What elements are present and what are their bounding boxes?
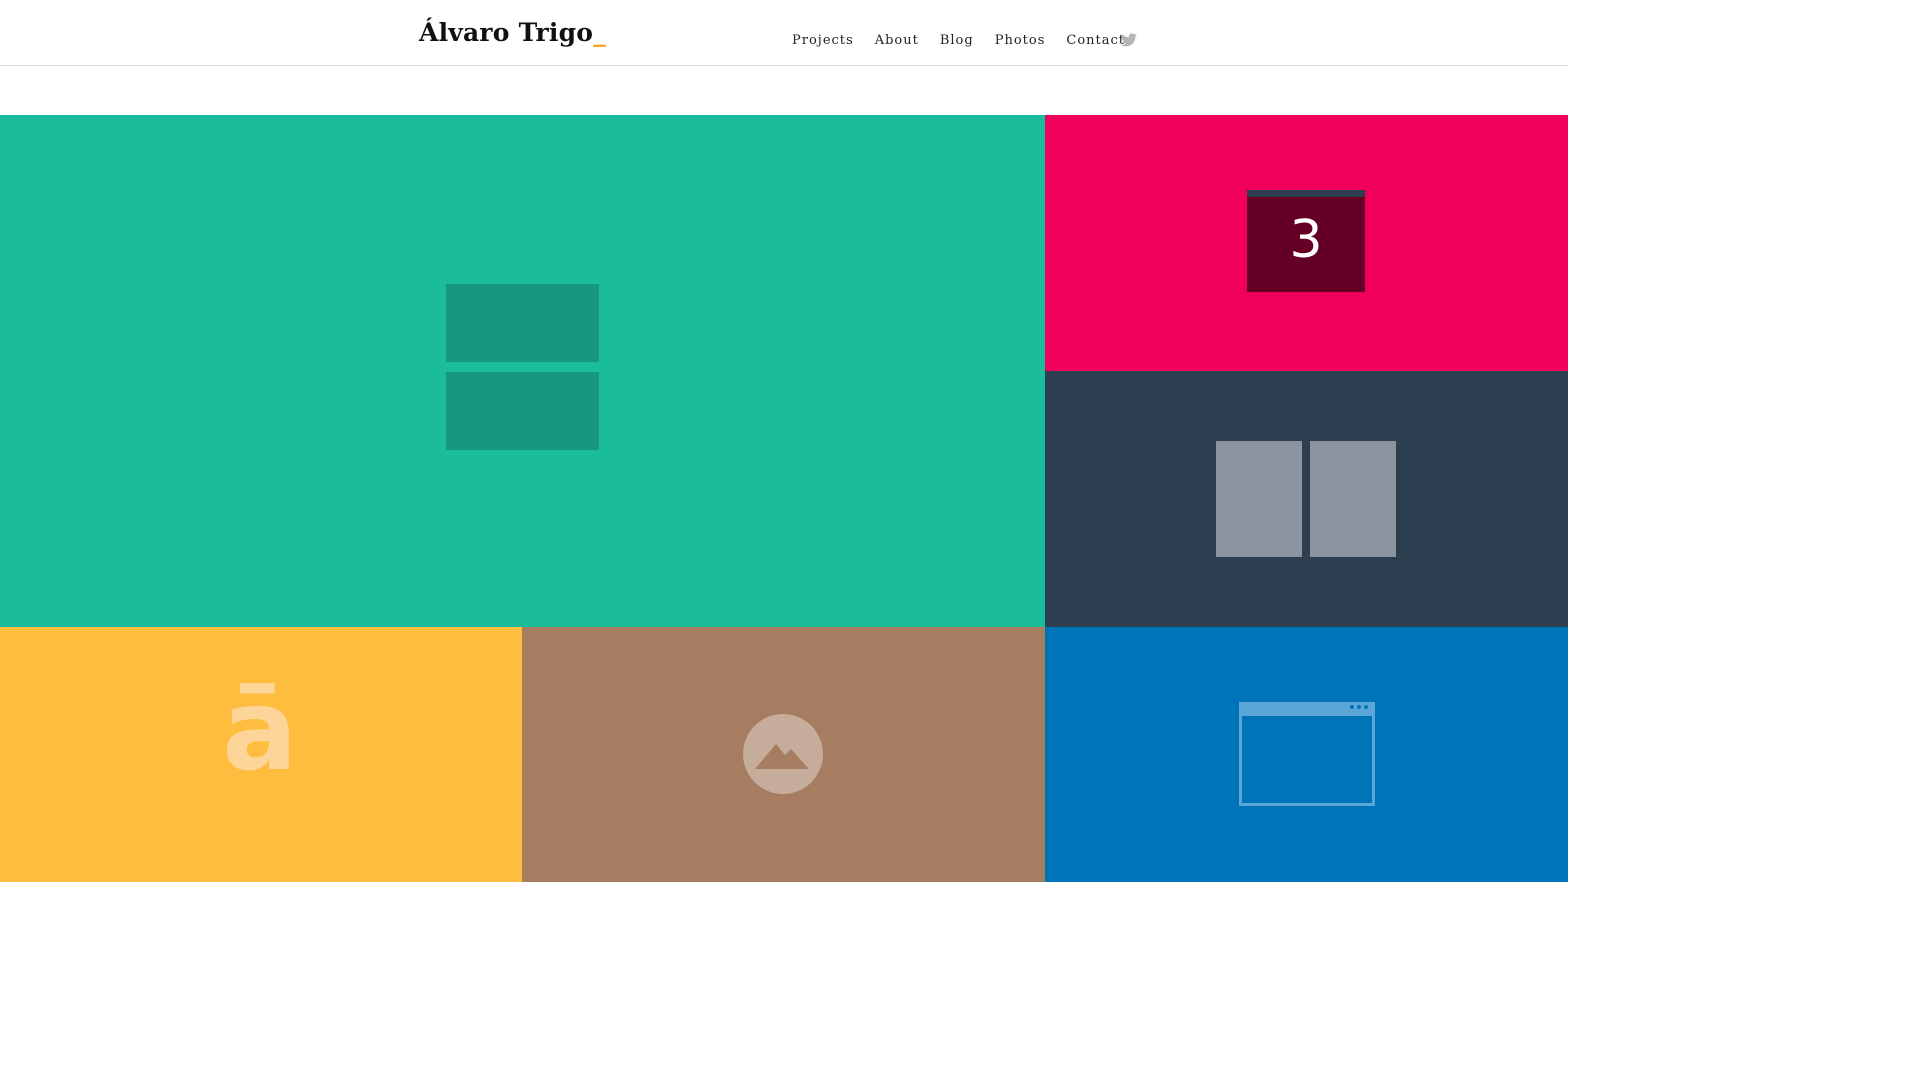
calendar-icon: 3 <box>1247 190 1365 292</box>
browser-window-icon <box>1239 702 1375 806</box>
nav-photos[interactable]: Photos <box>995 33 1046 48</box>
browser-dots <box>1350 705 1368 709</box>
project-tile-layout[interactable] <box>0 115 1045 627</box>
logo-text: Álvaro Trigo <box>419 18 594 47</box>
book-page-right <box>1310 441 1396 557</box>
project-tile-calendar[interactable]: 3 <box>1045 115 1568 371</box>
font-letter-icon: ā <box>222 666 298 796</box>
logo-accent: _ <box>593 18 606 47</box>
mountain-icon <box>743 714 823 794</box>
site-header: Álvaro Trigo_ Projects About Blog Photos… <box>0 0 1568 66</box>
calendar-number: 3 <box>1289 210 1323 270</box>
stacked-block-top <box>446 284 599 362</box>
twitter-icon[interactable] <box>1121 32 1137 51</box>
project-tile-photo[interactable] <box>522 627 1045 882</box>
book-page-left <box>1216 441 1302 557</box>
project-tile-font[interactable]: ā <box>0 627 522 882</box>
project-tile-browser[interactable] <box>1045 627 1568 882</box>
site-logo[interactable]: Álvaro Trigo_ <box>419 18 606 47</box>
main-nav: Projects About Blog Photos Contact <box>792 33 1146 48</box>
nav-about[interactable]: About <box>875 33 919 48</box>
project-tile-book[interactable] <box>1045 371 1568 627</box>
nav-blog[interactable]: Blog <box>940 33 974 48</box>
stacked-block-bottom <box>446 372 599 450</box>
nav-contact[interactable]: Contact <box>1066 33 1125 48</box>
nav-projects[interactable]: Projects <box>792 33 854 48</box>
